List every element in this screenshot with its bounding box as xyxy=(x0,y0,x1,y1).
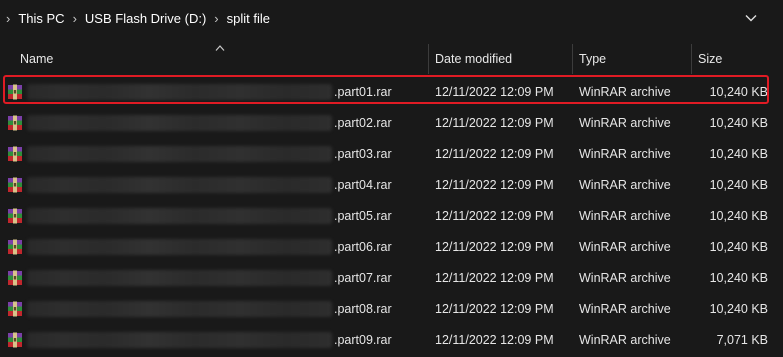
file-date-modified: 12/11/2022 12:09 PM xyxy=(435,208,554,223)
winrar-archive-icon xyxy=(8,84,22,99)
file-size: 10,240 KB xyxy=(709,301,768,316)
file-size: 10,240 KB xyxy=(709,115,768,130)
file-name: .part08.rar xyxy=(334,301,392,316)
redacted-filename xyxy=(27,238,332,255)
chevron-right-icon[interactable]: › xyxy=(6,11,10,26)
file-type: WinRAR archive xyxy=(579,115,671,130)
file-type: WinRAR archive xyxy=(579,301,671,316)
address-history-dropdown[interactable] xyxy=(743,10,759,26)
breadcrumb-item-usb-drive[interactable]: USB Flash Drive (D:) xyxy=(85,11,206,26)
chevron-right-icon[interactable]: › xyxy=(73,11,77,26)
column-header-date-label: Date modified xyxy=(435,52,513,66)
file-name: .part03.rar xyxy=(334,146,392,161)
file-size: 10,240 KB xyxy=(709,208,768,223)
file-name: .part05.rar xyxy=(334,208,392,223)
file-explorer-window: › This PC › USB Flash Drive (D:) › split… xyxy=(0,0,783,357)
file-name: .part06.rar xyxy=(334,239,392,254)
column-header-name[interactable]: Name xyxy=(14,44,424,74)
file-type: WinRAR archive xyxy=(579,332,671,347)
breadcrumb-item-this-pc[interactable]: This PC xyxy=(18,11,64,26)
address-bar[interactable]: › This PC › USB Flash Drive (D:) › split… xyxy=(0,0,783,36)
winrar-archive-icon xyxy=(8,270,22,285)
file-size: 10,240 KB xyxy=(709,84,768,99)
file-name: .part07.rar xyxy=(334,270,392,285)
chevron-right-icon[interactable]: › xyxy=(214,11,218,26)
column-header-name-label: Name xyxy=(20,52,54,66)
file-type: WinRAR archive xyxy=(579,270,671,285)
file-date-modified: 12/11/2022 12:09 PM xyxy=(435,270,554,285)
winrar-archive-icon xyxy=(8,146,22,161)
file-date-modified: 12/11/2022 12:09 PM xyxy=(435,177,554,192)
winrar-archive-icon xyxy=(8,208,22,223)
file-date-modified: 12/11/2022 12:09 PM xyxy=(435,115,554,130)
file-size: 10,240 KB xyxy=(709,177,768,192)
file-name: .part09.rar xyxy=(334,332,392,347)
file-size: 10,240 KB xyxy=(709,239,768,254)
redacted-filename xyxy=(27,207,332,224)
winrar-archive-icon xyxy=(8,177,22,192)
file-name: .part01.rar xyxy=(334,84,392,99)
column-header-size[interactable]: Size xyxy=(692,44,783,74)
list-item[interactable]: .part05.rar 12/11/2022 12:09 PM WinRAR a… xyxy=(0,200,783,231)
redacted-filename xyxy=(27,300,332,317)
list-item[interactable]: .part01.rar 12/11/2022 12:09 PM WinRAR a… xyxy=(0,76,783,107)
file-date-modified: 12/11/2022 12:09 PM xyxy=(435,146,554,161)
list-item[interactable]: .part02.rar 12/11/2022 12:09 PM WinRAR a… xyxy=(0,107,783,138)
redacted-filename xyxy=(27,269,332,286)
breadcrumb: › This PC › USB Flash Drive (D:) › split… xyxy=(0,11,270,26)
winrar-archive-icon xyxy=(8,332,22,347)
list-item[interactable]: .part07.rar 12/11/2022 12:09 PM WinRAR a… xyxy=(0,262,783,293)
column-header-date[interactable]: Date modified xyxy=(429,44,572,74)
list-item[interactable]: .part08.rar 12/11/2022 12:09 PM WinRAR a… xyxy=(0,293,783,324)
file-size: 10,240 KB xyxy=(709,146,768,161)
redacted-filename xyxy=(27,331,332,348)
column-header: Name Date modified Type Size xyxy=(0,44,783,74)
file-date-modified: 12/11/2022 12:09 PM xyxy=(435,239,554,254)
redacted-filename xyxy=(27,176,332,193)
winrar-archive-icon xyxy=(8,301,22,316)
redacted-filename xyxy=(27,114,332,131)
column-header-type[interactable]: Type xyxy=(573,44,691,74)
file-name: .part02.rar xyxy=(334,115,392,130)
column-header-size-label: Size xyxy=(698,52,723,66)
file-type: WinRAR archive xyxy=(579,84,671,99)
list-item[interactable]: .part06.rar 12/11/2022 12:09 PM WinRAR a… xyxy=(0,231,783,262)
file-type: WinRAR archive xyxy=(579,146,671,161)
list-item[interactable]: .part09.rar 12/11/2022 12:09 PM WinRAR a… xyxy=(0,324,783,355)
file-date-modified: 12/11/2022 12:09 PM xyxy=(435,332,554,347)
file-type: WinRAR archive xyxy=(579,239,671,254)
breadcrumb-item-split-file[interactable]: split file xyxy=(227,11,270,26)
file-date-modified: 12/11/2022 12:09 PM xyxy=(435,301,554,316)
winrar-archive-icon xyxy=(8,239,22,254)
column-header-type-label: Type xyxy=(579,52,607,66)
list-item[interactable]: .part03.rar 12/11/2022 12:09 PM WinRAR a… xyxy=(0,138,783,169)
file-name: .part04.rar xyxy=(334,177,392,192)
file-type: WinRAR archive xyxy=(579,208,671,223)
file-size: 7,071 KB xyxy=(716,332,768,347)
chevron-down-icon xyxy=(745,15,757,22)
list-item[interactable]: .part04.rar 12/11/2022 12:09 PM WinRAR a… xyxy=(0,169,783,200)
file-date-modified: 12/11/2022 12:09 PM xyxy=(435,84,554,99)
winrar-archive-icon xyxy=(8,115,22,130)
redacted-filename xyxy=(27,145,332,162)
redacted-filename xyxy=(27,83,332,100)
file-type: WinRAR archive xyxy=(579,177,671,192)
file-size: 10,240 KB xyxy=(709,270,768,285)
